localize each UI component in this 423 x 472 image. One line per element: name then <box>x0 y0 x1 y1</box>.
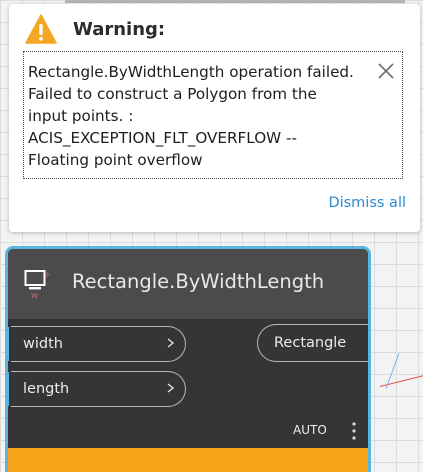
warning-message-line: input points. : <box>28 107 134 125</box>
more-options-icon[interactable] <box>350 420 358 442</box>
input-port-width[interactable]: width <box>8 326 186 362</box>
close-warning-button[interactable] <box>376 61 396 81</box>
node-header[interactable]: H W Rectangle.ByWidthLength <box>8 249 368 319</box>
chevron-right-icon <box>167 383 175 393</box>
svg-text:W: W <box>31 292 38 299</box>
port-connector <box>8 327 9 361</box>
warning-triangle-icon <box>25 14 57 44</box>
dismiss-all-link[interactable]: Dismiss all <box>328 195 406 211</box>
warning-header: Warning: <box>25 14 165 44</box>
node-warning-bar <box>8 448 368 472</box>
output-port-rectangle[interactable]: Rectangle <box>257 324 368 362</box>
warning-message-line: Rectangle.ByWidthLength operation failed… <box>28 63 354 81</box>
chevron-right-icon <box>167 338 175 348</box>
node-body: width length Rectangle AUTO <box>8 319 368 448</box>
warning-message-line: Floating point overflow <box>28 151 203 169</box>
output-port-label: Rectangle <box>274 335 347 351</box>
close-icon <box>378 63 394 79</box>
input-port-label: length <box>23 381 70 397</box>
input-port-length[interactable]: length <box>8 371 186 407</box>
warning-popup: Warning: Rectangle.ByWidthLength operati… <box>9 4 420 232</box>
warning-message-line: Failed to construct a Polygon from the <box>28 85 317 103</box>
rectangle-node-icon: H W <box>24 270 50 299</box>
lacing-mode-label[interactable]: AUTO <box>293 423 327 437</box>
warning-message-box: Rectangle.ByWidthLength operation failed… <box>23 51 403 179</box>
warning-message-line: ACIS_EXCEPTION_FLT_OVERFLOW -- <box>28 129 297 147</box>
input-port-label: width <box>23 336 63 352</box>
port-connector <box>8 372 9 406</box>
node-title: Rectangle.ByWidthLength <box>72 270 325 293</box>
rectangle-node[interactable]: H W Rectangle.ByWidthLength width length… <box>5 246 371 472</box>
canvas-top-edge <box>65 0 405 3</box>
warning-title: Warning: <box>73 18 166 40</box>
svg-text:H: H <box>46 271 50 279</box>
warning-message: Rectangle.ByWidthLength operation failed… <box>28 61 378 171</box>
